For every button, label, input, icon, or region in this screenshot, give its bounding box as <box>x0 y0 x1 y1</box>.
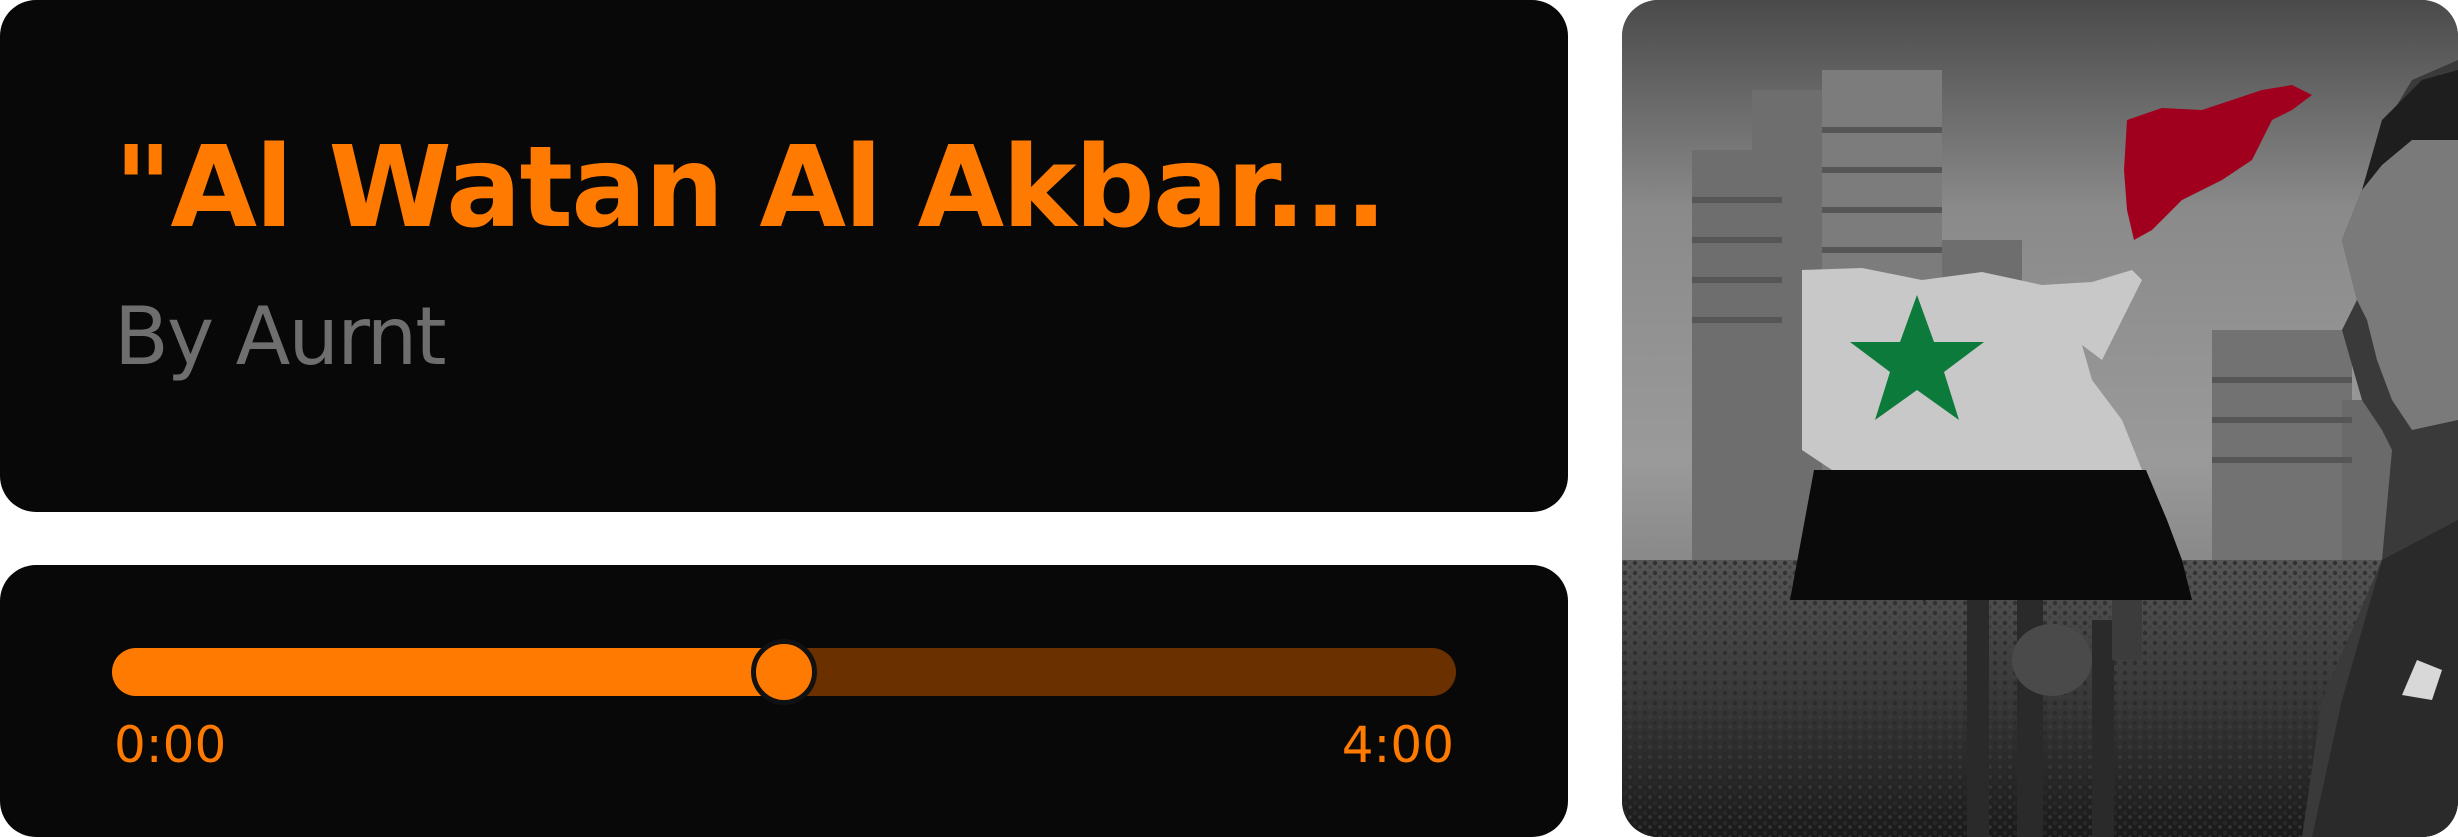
total-time: 4:00 <box>1341 716 1454 774</box>
current-time: 0:00 <box>114 716 227 774</box>
progress-fill <box>112 648 784 696</box>
artist-name: By Aurnt <box>114 290 447 383</box>
song-info-card: "Al Watan Al Akbar... By Aurnt <box>0 0 1568 512</box>
progress-thumb[interactable] <box>751 639 817 705</box>
song-title: "Al Watan Al Akbar... <box>114 123 1387 253</box>
artwork-image <box>1622 0 2458 837</box>
player-controls-card: 0:00 4:00 <box>0 565 1568 837</box>
album-artwork <box>1622 0 2458 837</box>
progress-slider[interactable] <box>112 639 1456 705</box>
